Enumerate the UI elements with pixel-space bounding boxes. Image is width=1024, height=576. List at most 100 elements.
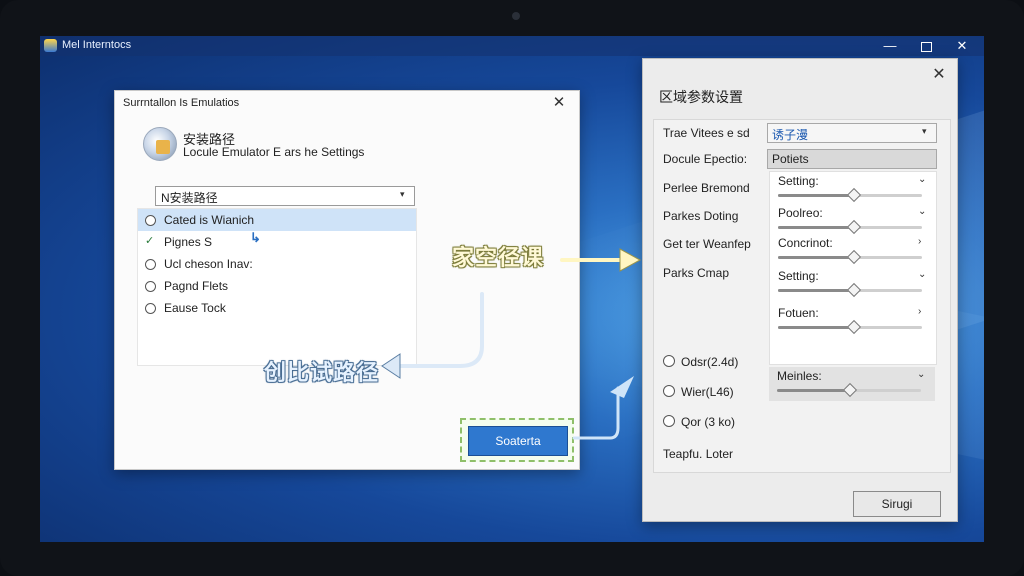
ok-button[interactable]: Sirugi — [853, 491, 941, 517]
chevron-down-icon[interactable]: ⌄ — [917, 369, 925, 380]
chevron-down-icon: ▾ — [400, 189, 405, 199]
confirm-button[interactable]: Soaterta — [468, 426, 568, 456]
setting-slider[interactable] — [778, 249, 922, 265]
list-item-label: Eause Tock — [164, 301, 226, 315]
radio-icon — [145, 259, 156, 270]
region-combo[interactable]: 诱子漫 ▾ — [767, 123, 937, 143]
setting-row: Setting: ⌄ — [770, 267, 936, 303]
list-item[interactable]: Ucl cheson Inav: — [138, 253, 416, 275]
setting-slider[interactable] — [778, 282, 922, 298]
radio-option[interactable]: Odsr(2.4d) — [663, 355, 738, 369]
setting-name: Setting: — [778, 174, 819, 188]
slider-fill — [778, 256, 853, 259]
check-icon: ✓ — [145, 235, 155, 247]
setting-name: Concrinot: — [778, 236, 833, 250]
setting-row: Meinles: ⌄ — [769, 367, 935, 403]
setting-name: Setting: — [778, 269, 819, 283]
list-item[interactable]: Pagnd Flets — [138, 275, 416, 297]
list-item-label: Pignes S — [164, 235, 213, 249]
main-window-title: Mel Interntocs — [62, 39, 132, 51]
slider-fill — [777, 389, 849, 392]
radio-label: Wier(L46) — [681, 385, 734, 399]
list-item-label: Cated is Wianich — [164, 213, 255, 227]
slider-fill — [778, 226, 853, 229]
install-dialog-close-button[interactable]: ✕ — [547, 93, 571, 113]
list-item[interactable]: ✓ Pignes S — [138, 231, 416, 253]
setting-label: Docule Epectio: — [663, 152, 748, 166]
setting-name: Meinles: — [777, 369, 822, 383]
annotation-right: 家空径课 — [452, 246, 545, 271]
list-item[interactable]: Eause Tock — [138, 297, 416, 319]
main-close-button[interactable]: ✕ — [950, 37, 974, 55]
region-field-value: Potiets — [772, 152, 809, 166]
setting-name: Fotuen: — [778, 306, 819, 320]
installer-disc-icon — [143, 127, 177, 161]
annotation-left: 创比试路径 — [264, 361, 380, 386]
region-value-field[interactable]: Potiets — [767, 149, 937, 169]
slider-thumb[interactable] — [846, 249, 861, 265]
region-settings-dialog: ✕ 区域参数设置 Trae Vitees e sd Docule Epectio… — [642, 58, 958, 522]
radio-icon — [145, 281, 156, 292]
radio-icon — [663, 385, 675, 397]
install-path-value: N安装路径 — [161, 191, 218, 205]
install-dialog-title: Surrntallon Is Emulatios — [123, 97, 240, 109]
install-subheading: Locule Emulator E ars he Settings — [183, 145, 365, 159]
slider-thumb[interactable] — [846, 282, 861, 298]
radio-icon — [663, 355, 675, 367]
radio-icon — [145, 215, 156, 226]
maximize-icon — [920, 41, 932, 52]
maximize-button[interactable] — [914, 37, 938, 55]
footer-label: Teapfu. Loter — [663, 447, 734, 461]
install-path-select[interactable]: N安装路径 ▾ — [155, 186, 415, 206]
meta-setting-row: Meinles: ⌄ — [769, 367, 935, 401]
setting-label: Parks Cmap — [663, 266, 730, 280]
slider-fill — [778, 289, 853, 292]
settings-slider-panel: Setting: ⌄ Poolreo: ⌄ Concrinot: › Setti… — [769, 171, 937, 365]
chevron-icon[interactable]: ⌄ — [918, 206, 926, 217]
radio-option[interactable]: Qor (3 ko) — [663, 415, 735, 429]
setting-row: Setting: ⌄ — [770, 172, 936, 208]
setting-name: Poolreo: — [778, 206, 823, 220]
radio-label: Odsr(2.4d) — [681, 355, 739, 369]
region-dialog-close-button[interactable]: ✕ — [927, 65, 951, 85]
main-titlebar: Mel Interntocs — ✕ — [40, 36, 984, 56]
list-item[interactable]: Cated is Wianich — [138, 209, 416, 231]
radio-icon — [663, 415, 675, 427]
setting-slider[interactable] — [778, 319, 922, 335]
install-option-list: Cated is Wianich ✓ Pignes S Ucl cheson I… — [137, 208, 417, 366]
slider-thumb[interactable] — [846, 219, 861, 235]
setting-label: Get ter Weanfep — [663, 237, 751, 251]
radio-icon — [145, 303, 156, 314]
slider-fill — [778, 326, 853, 329]
list-item-label: Ucl cheson Inav: — [164, 257, 253, 271]
slider-fill — [778, 194, 853, 197]
slider-thumb[interactable] — [846, 187, 861, 203]
chevron-icon[interactable]: › — [918, 306, 921, 317]
camera-dot — [512, 12, 520, 20]
setting-row: Fotuen: › — [770, 304, 936, 340]
chevron-down-icon: ▾ — [922, 126, 927, 136]
app-icon — [44, 39, 57, 52]
setting-label: Parkes Doting — [663, 209, 739, 223]
setting-slider[interactable] — [778, 187, 922, 203]
setting-label: Perlee Bremond — [663, 181, 750, 195]
mouse-cursor-icon: ↳ — [250, 230, 261, 245]
region-dialog-title: 区域参数设置 — [659, 89, 743, 105]
chevron-icon[interactable]: › — [918, 236, 921, 247]
minimize-button[interactable]: — — [878, 37, 902, 55]
radio-option[interactable]: Wier(L46) — [663, 385, 734, 399]
install-path-dialog: Surrntallon Is Emulatios ✕ 安装路径 Locule E… — [114, 90, 580, 470]
setting-slider[interactable] — [778, 219, 922, 235]
radio-label: Qor (3 ko) — [681, 415, 736, 429]
desktop-screen: Mel Interntocs — ✕ Surrntallon Is Emulat… — [40, 36, 984, 542]
confirm-button-highlight: Soaterta — [460, 418, 574, 462]
setting-slider[interactable] — [777, 382, 921, 398]
setting-label: Trae Vitees e sd — [663, 126, 750, 140]
setting-row: Concrinot: › — [770, 234, 936, 270]
slider-thumb[interactable] — [842, 382, 858, 398]
region-combo-value: 诱子漫 — [772, 128, 809, 142]
chevron-icon[interactable]: ⌄ — [918, 269, 926, 280]
chevron-icon[interactable]: ⌄ — [918, 174, 926, 185]
slider-thumb[interactable] — [846, 319, 861, 335]
list-item-label: Pagnd Flets — [164, 279, 229, 293]
